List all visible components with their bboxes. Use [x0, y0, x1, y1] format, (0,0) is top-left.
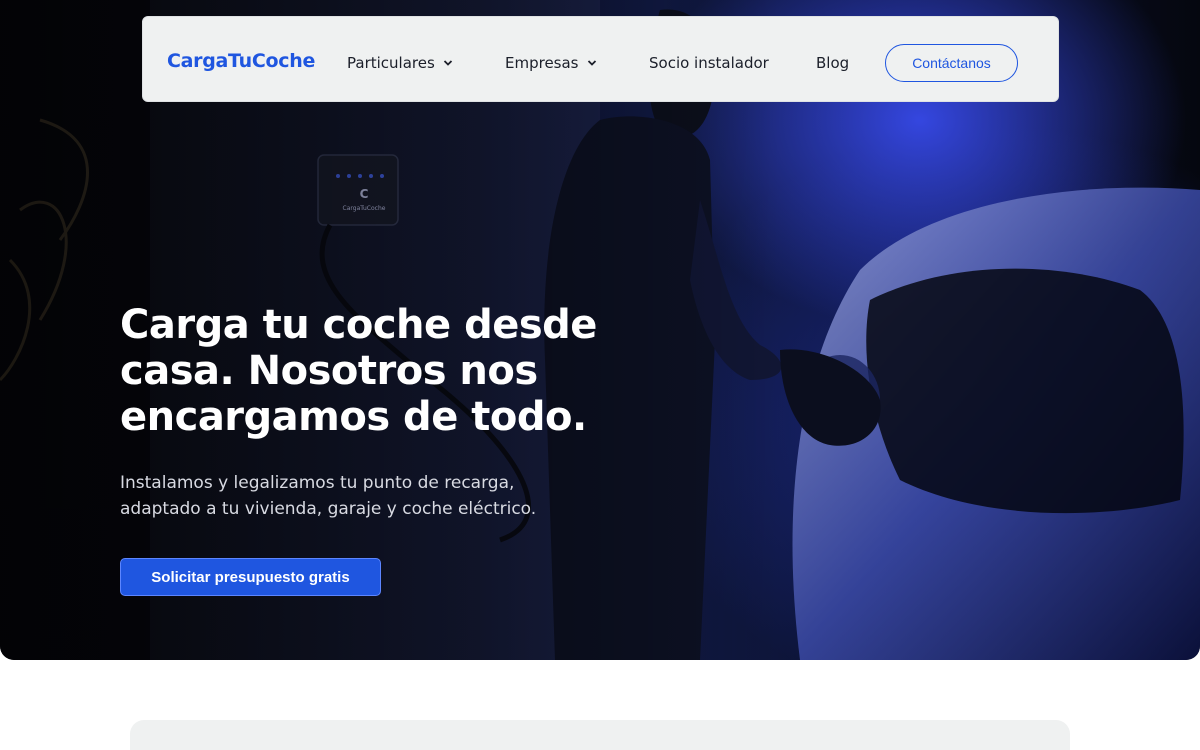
- nav-item-socio-instalador[interactable]: Socio instalador: [649, 54, 769, 72]
- top-navbar: CargaTuCoche Particulares Empresas Socio…: [142, 16, 1059, 102]
- hero-title: Carga tu coche desde casa. Nosotros nos …: [120, 302, 597, 440]
- nav-item-label: Particulares: [347, 54, 435, 72]
- nav-item-blog[interactable]: Blog: [816, 54, 849, 72]
- chevron-down-icon: [587, 60, 596, 66]
- next-section-card: [130, 720, 1070, 750]
- nav-item-label: Socio instalador: [649, 54, 769, 72]
- nav-item-label: Empresas: [505, 54, 579, 72]
- chevron-down-icon: [443, 60, 452, 66]
- nav-item-label: Blog: [816, 54, 850, 72]
- nav-item-particulares[interactable]: Particulares: [347, 54, 453, 72]
- nav-item-empresas[interactable]: Empresas: [505, 54, 597, 72]
- contact-button[interactable]: Contáctanos: [885, 44, 1018, 82]
- request-quote-button[interactable]: Solicitar presupuesto gratis: [120, 558, 381, 596]
- hero-subtitle: Instalamos y legalizamos tu punto de rec…: [120, 473, 537, 519]
- logo[interactable]: CargaTuCoche: [167, 50, 315, 72]
